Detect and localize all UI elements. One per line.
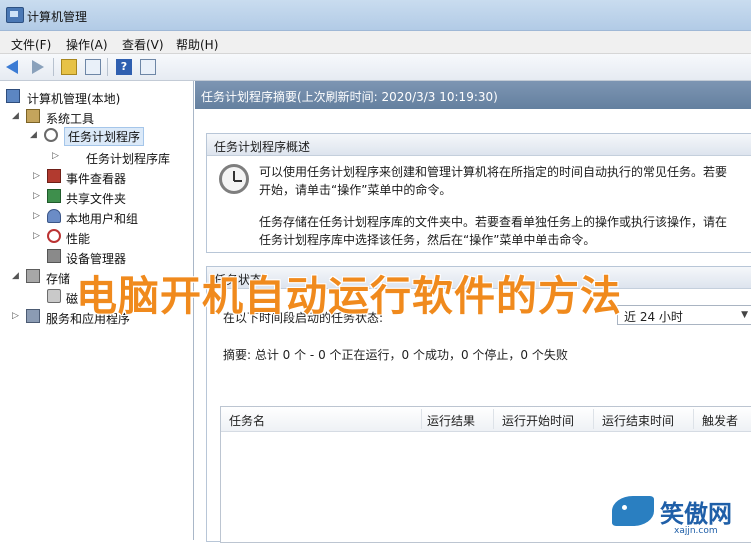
period-select-value: 近 24 小时 <box>624 310 683 324</box>
tree-label: 共享文件夹 <box>66 192 127 206</box>
menu-file[interactable]: 文件(F) <box>11 36 51 53</box>
menu-bar: 文件(F) 操作(A) 查看(V) 帮助(H) <box>0 31 751 54</box>
tree-label: 存储 <box>46 272 71 286</box>
watermark-title: 电脑开机自动运行软件的方法 <box>76 272 622 320</box>
tree-label: 系统工具 <box>46 112 95 126</box>
column-header-task-name[interactable]: 任务名 <box>229 412 265 429</box>
chevron-down-icon: ▼ <box>741 310 748 320</box>
expand-open-icon[interactable]: ◢ <box>30 130 37 140</box>
expand-closed-icon[interactable]: ▷ <box>12 311 19 321</box>
menu-help[interactable]: 帮助(H) <box>176 36 218 53</box>
logo-text: 笑傲网 <box>660 500 732 528</box>
overview-line: 任务计划程序库中选择该任务，然后在“操作”菜单中单击命令。 <box>259 233 596 247</box>
expand-open-icon[interactable]: ◢ <box>12 111 19 121</box>
overview-paragraph-2: 任务存储在任务计划程序库的文件夹中。若要查看单独任务上的操作或执行该操作，请在 … <box>259 213 727 249</box>
overview-section-header[interactable]: 任务计划程序概述 <box>207 134 751 156</box>
toolbar-separator <box>53 58 54 76</box>
window-title: 计算机管理 <box>27 10 88 24</box>
forward-arrow-icon[interactable] <box>32 60 44 74</box>
logo-site: xajjn.com <box>674 526 718 536</box>
column-divider[interactable] <box>693 409 694 429</box>
period-select[interactable]: 近 24 小时 ▼ <box>617 305 751 325</box>
up-folder-icon[interactable] <box>61 59 77 75</box>
menu-action[interactable]: 操作(A) <box>66 36 108 53</box>
tree-label: 任务计划程序 <box>64 127 145 146</box>
expand-open-icon[interactable]: ◢ <box>12 271 19 281</box>
shark-logo-icon <box>612 496 654 526</box>
expand-closed-icon[interactable]: ▷ <box>52 151 59 161</box>
tools-icon <box>26 109 40 123</box>
column-header-run-start[interactable]: 运行开始时间 <box>502 412 574 429</box>
show-hide-tree-icon[interactable] <box>85 59 101 75</box>
computer-management-icon <box>6 7 24 23</box>
users-icon <box>47 209 61 223</box>
tree-label: 任务计划程序库 <box>86 152 171 166</box>
window-titlebar: 计算机管理 <box>0 0 751 31</box>
task-table-header: 任务名 运行结果 运行开始时间 运行结束时间 触发者 <box>221 407 751 432</box>
clock-icon <box>219 164 249 194</box>
summary-header: 任务计划程序摘要(上次刷新时间: 2020/3/3 10:19:30) <box>195 81 751 109</box>
column-divider[interactable] <box>421 409 422 429</box>
column-header-trigger[interactable]: 触发者 <box>702 412 738 429</box>
toolbar: ? <box>0 54 751 81</box>
tree-label: 性能 <box>66 232 91 246</box>
back-arrow-icon[interactable] <box>6 60 18 74</box>
tree-label: 本地用户和组 <box>66 212 139 226</box>
task-summary: 摘要: 总计 0 个 - 0 个正在运行，0 个成功，0 个停止，0 个失败 <box>223 348 568 362</box>
expand-closed-icon[interactable]: ▷ <box>33 211 40 221</box>
tree-label: 事件查看器 <box>66 172 127 186</box>
column-header-run-end[interactable]: 运行结束时间 <box>602 412 674 429</box>
help-icon[interactable]: ? <box>116 59 132 75</box>
services-icon <box>26 309 40 323</box>
overview-line: 可以使用任务计划程序来创建和管理计算机将在所指定的时间自动执行的常见任务。若要 <box>259 165 728 179</box>
overview-paragraph-1: 可以使用任务计划程序来创建和管理计算机将在所指定的时间自动执行的常见任务。若要 … <box>259 163 727 199</box>
computer-icon <box>6 89 20 103</box>
disk-icon <box>47 289 61 303</box>
expand-closed-icon[interactable]: ▷ <box>33 171 40 181</box>
properties-icon[interactable] <box>140 59 156 75</box>
toolbar-separator <box>107 58 108 76</box>
overview-section: 任务计划程序概述 可以使用任务计划程序来创建和管理计算机将在所指定的时间自动执行… <box>206 133 751 253</box>
site-logo: 笑傲网 xajjn.com <box>612 492 751 540</box>
expand-closed-icon[interactable]: ▷ <box>33 191 40 201</box>
column-divider[interactable] <box>593 409 594 429</box>
clock-icon <box>44 128 58 142</box>
overview-line: 任务存储在任务计划程序库的文件夹中。若要查看单独任务上的操作或执行该操作，请在 <box>259 215 728 229</box>
event-viewer-icon <box>47 169 61 183</box>
column-header-run-result[interactable]: 运行结果 <box>427 412 475 429</box>
column-divider[interactable] <box>493 409 494 429</box>
storage-icon <box>26 269 40 283</box>
expand-closed-icon[interactable]: ▷ <box>33 231 40 241</box>
device-manager-icon <box>47 249 61 263</box>
overview-line: 开始，请单击“操作”菜单中的命令。 <box>259 183 452 197</box>
overview-title: 任务计划程序概述 <box>214 140 311 154</box>
summary-header-text: 任务计划程序摘要(上次刷新时间: 2020/3/3 10:19:30) <box>201 90 498 104</box>
menu-view[interactable]: 查看(V) <box>122 36 164 53</box>
tree-label: 计算机管理(本地) <box>27 92 121 106</box>
shared-folder-icon <box>47 189 61 203</box>
performance-icon <box>47 229 61 243</box>
